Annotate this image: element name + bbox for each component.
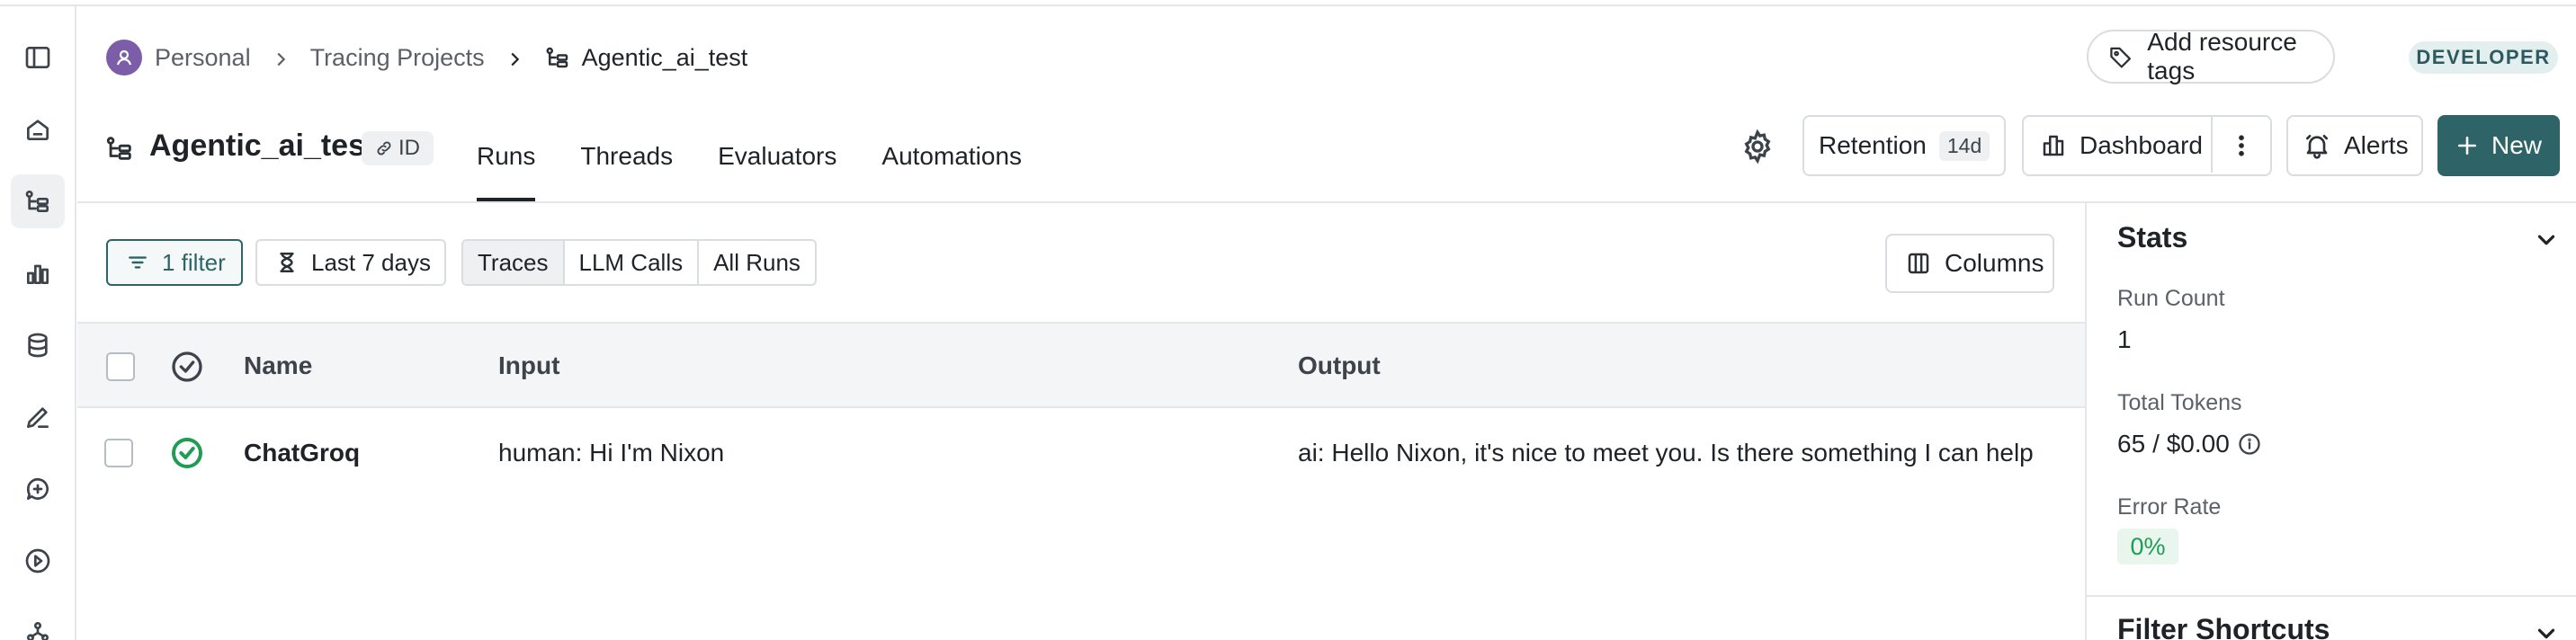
tokens-count: 65 [2117,430,2146,458]
tokens-cost: / $0.00 [2152,430,2230,458]
success-status-icon [169,435,205,471]
retention-button[interactable]: Retention 14d [1802,115,2006,176]
avatar [106,40,142,76]
hourglass-icon [280,253,294,272]
page-title: Agentic_ai_test [149,129,376,163]
add-resource-tags-label: Add resource tags [2147,28,2297,84]
dashboard-icon [2043,135,2064,156]
column-header-input[interactable]: Input [498,351,559,380]
chevron-down-icon[interactable] [2533,620,2560,640]
breadcrumb-tracing-projects[interactable]: Tracing Projects [310,44,485,72]
id-label: ID [398,136,420,160]
run-input: human: Hi I'm Nixon [498,439,725,467]
select-all-checkbox[interactable] [106,352,135,381]
run-type-llm-calls[interactable]: LLM Calls [565,241,700,284]
stats-panel: Stats Run Count 1 Total Tokens 65 / $0.0… [2085,203,2576,640]
error-rate-label: Error Rate [2117,494,2222,520]
new-label: New [2491,131,2542,159]
sidebar-toggle-icon[interactable] [11,31,65,84]
filter-label: 1 filter [162,248,226,276]
project-icon [104,133,135,164]
stats-title: Stats [2117,221,2188,253]
annotation-icon[interactable] [11,390,65,444]
dashboard-label[interactable]: Dashboard [2080,131,2203,160]
table-header [77,322,2085,408]
datasets-icon[interactable] [11,318,65,372]
columns-button[interactable]: Columns [1885,234,2054,293]
sidebar [0,6,76,640]
playground-icon[interactable] [11,534,65,588]
run-type-toggle: Traces LLM Calls All Runs [461,239,817,286]
link-icon [377,141,391,156]
retention-label: Retention [1819,131,1927,159]
top-border [0,0,2576,6]
tab-automations[interactable]: Automations [881,111,1022,201]
run-count-value: 1 [2117,325,2132,353]
filter-shortcuts-title[interactable]: Filter Shortcuts [2117,613,2330,640]
chevron-right-icon [505,48,524,67]
run-count-label: Run Count [2117,286,2225,311]
tag-icon [2110,47,2132,68]
deployments-icon[interactable] [11,606,65,640]
run-type-all-runs[interactable]: All Runs [699,241,815,284]
total-tokens-value: 65 / $0.00 [2117,430,2262,458]
filter-button[interactable]: 1 filter [106,239,243,286]
row-checkbox[interactable] [104,439,133,467]
gear-icon[interactable] [1740,129,1775,164]
tracing-projects-icon[interactable] [11,174,65,228]
prompts-icon[interactable] [11,462,65,516]
run-name[interactable]: ChatGroq [244,439,360,467]
breadcrumb-current-project[interactable]: Agentic_ai_test [582,44,748,72]
run-output: ai: Hello Nixon, it's nice to meet you. … [1298,439,2034,467]
add-resource-tags-button[interactable]: Add resource tags [2087,28,2335,84]
status-column-icon [169,349,205,385]
tab-runs[interactable]: Runs [477,111,536,201]
monitoring-icon[interactable] [11,246,65,300]
time-range-label: Last 7 days [311,248,431,276]
columns-label: Columns [1945,249,2044,277]
column-header-output[interactable]: Output [1298,351,1381,380]
project-icon [544,44,571,71]
copy-id-button[interactable]: ID [362,131,434,165]
info-icon [2239,433,2260,455]
alerts-button[interactable]: Alerts [2286,115,2423,176]
chevron-right-icon [271,48,291,67]
columns-icon [1908,253,1929,274]
run-type-traces[interactable]: Traces [463,241,565,284]
stats-divider [2087,595,2576,597]
tab-threads[interactable]: Threads [580,111,673,201]
bell-icon [2306,135,2328,159]
tab-evaluators[interactable]: Evaluators [718,111,836,201]
project-tabs: Runs Threads Evaluators Automations [477,111,1067,201]
filter-icon [129,256,147,269]
alerts-label: Alerts [2344,131,2409,159]
total-tokens-label: Total Tokens [2117,390,2242,415]
column-header-name[interactable]: Name [244,351,312,380]
error-rate-value: 0% [2117,529,2178,564]
workspace-type-badge: DEVELOPER [2409,41,2558,74]
new-button[interactable]: New [2437,115,2560,176]
plus-icon [2458,137,2476,155]
dashboard-button-group: Dashboard [2022,115,2272,176]
retention-value: 14d [1938,130,1990,161]
chevron-down-icon[interactable] [2533,227,2560,253]
home-icon[interactable] [11,102,65,156]
breadcrumb-personal[interactable]: Personal [155,44,251,72]
breadcrumb: Personal Tracing Projects Agentic_ai_tes… [106,38,747,77]
time-range-button[interactable]: Last 7 days [255,239,446,286]
